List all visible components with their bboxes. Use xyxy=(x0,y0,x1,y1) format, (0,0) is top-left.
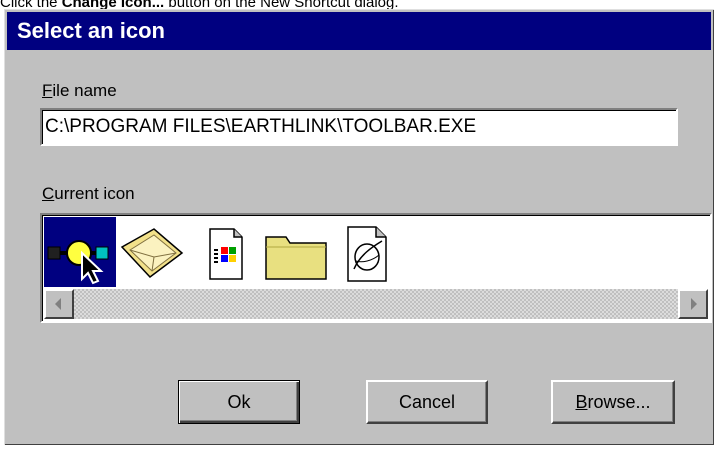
scroll-right-button[interactable] xyxy=(678,289,708,319)
windows-document-icon xyxy=(209,228,243,280)
current-icon-label-accel: C xyxy=(42,184,55,203)
icon-item-internet-document[interactable] xyxy=(332,217,404,287)
dialog-title-bar: Select an icon xyxy=(7,12,711,50)
earthlink-toolbar-icon xyxy=(47,240,109,285)
mail-envelope-icon xyxy=(120,228,184,279)
folder-icon xyxy=(265,236,327,280)
file-name-input[interactable] xyxy=(45,110,669,144)
current-icon-label-rest: urrent icon xyxy=(54,184,135,203)
browse-button[interactable]: Browse... xyxy=(551,380,675,424)
icon-item-windows-document[interactable] xyxy=(188,217,260,287)
current-icon-label: Current icon xyxy=(42,184,135,204)
file-name-label: File name xyxy=(42,81,117,101)
arrow-left-icon xyxy=(55,298,61,310)
dialog-title: Select an icon xyxy=(17,18,165,43)
internet-document-icon xyxy=(347,226,387,282)
file-name-field[interactable] xyxy=(40,108,678,146)
select-icon-dialog: Select an icon File name Current icon xyxy=(4,9,714,445)
scroll-left-button[interactable] xyxy=(44,289,74,319)
file-name-label-accel: F xyxy=(42,81,53,100)
icon-item-earthlink-toolbar[interactable] xyxy=(44,217,116,287)
ok-button[interactable]: Ok xyxy=(178,380,300,424)
icon-list[interactable] xyxy=(40,213,712,323)
icon-row xyxy=(44,217,708,287)
icon-list-scrollbar[interactable] xyxy=(44,289,708,319)
icon-item-folder[interactable] xyxy=(260,217,332,287)
cancel-button[interactable]: Cancel xyxy=(366,380,488,424)
arrow-right-icon xyxy=(691,298,697,310)
file-name-label-rest: ile name xyxy=(52,81,117,100)
browse-label-accel: B xyxy=(575,392,588,412)
icon-item-mail[interactable] xyxy=(116,217,188,287)
browse-label-rest: rowse... xyxy=(587,392,651,412)
